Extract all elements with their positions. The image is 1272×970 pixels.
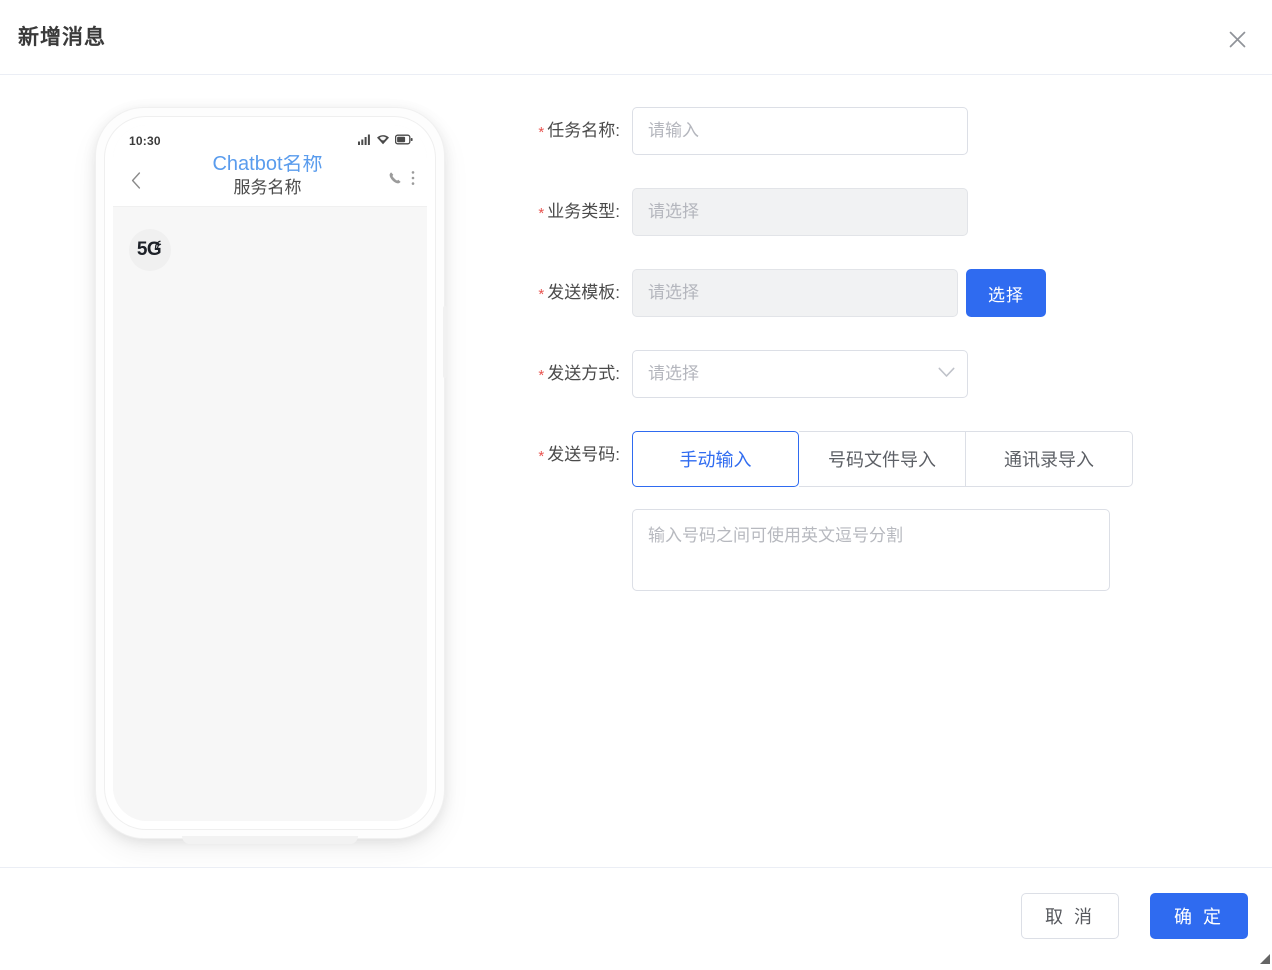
label-task-name-text: 任务名称: (547, 121, 620, 140)
form-row-send-method: * 发送方式: (516, 350, 1242, 399)
service-name: 服务名称 (233, 177, 302, 197)
resize-handle[interactable] (1257, 951, 1271, 965)
required-marker: * (538, 448, 545, 465)
send-number-tab-group: 手动输入 号码文件导入 通讯录导入 (632, 431, 1133, 487)
wifi-icon (376, 132, 390, 150)
form-row-send-number: * 发送号码: 手动输入 号码文件导入 通讯录导入 (516, 431, 1242, 487)
status-time: 10:30 (129, 134, 161, 148)
chevron-left-icon[interactable] (125, 172, 147, 189)
phone-side-button (443, 306, 447, 378)
task-name-input[interactable] (632, 107, 968, 155)
form-row-business-type: * 业务类型: (516, 188, 1242, 237)
cancel-button[interactable]: 取 消 (1021, 893, 1119, 939)
dialog-header: 新增消息 (0, 0, 1272, 75)
tab-file-import[interactable]: 号码文件导入 (799, 431, 966, 487)
control-send-template: 选择 (632, 269, 1242, 317)
status-icons (358, 132, 413, 150)
control-send-method (632, 350, 1242, 398)
required-marker: * (538, 205, 545, 222)
chat-message-area: 5G (113, 207, 427, 821)
phone-preview-pane: 10:30 Chatbot名称 服务名称 5G (0, 75, 510, 867)
label-send-number-text: 发送号码: (547, 445, 620, 464)
required-marker: * (538, 124, 545, 141)
dialog-footer: 取 消 确 定 (0, 867, 1272, 966)
confirm-button[interactable]: 确 定 (1150, 893, 1248, 939)
label-business-type-text: 业务类型: (547, 202, 620, 221)
more-vertical-icon[interactable] (411, 170, 415, 191)
chat-actions (388, 170, 415, 191)
avatar: 5G (129, 229, 171, 271)
phone-numbers-textarea[interactable] (632, 509, 1110, 591)
label-send-template-text: 发送模板: (547, 283, 620, 302)
phone-icon[interactable] (388, 171, 402, 190)
phone-status-bar: 10:30 (113, 125, 427, 155)
required-marker: * (538, 367, 545, 384)
add-message-dialog: 新增消息 10:30 Chatbot名称 服务名称 5G * 任务名称: 请输入… (0, 0, 1272, 966)
tab-contacts-import[interactable]: 通讯录导入 (966, 431, 1133, 487)
label-send-method: * 发送方式: (516, 350, 632, 399)
required-marker: * (538, 286, 545, 303)
form-row-task-name: * 任务名称: (516, 107, 1242, 156)
control-send-number: 手动输入 号码文件导入 通讯录导入 (632, 431, 1242, 487)
phone-mockup: 10:30 Chatbot名称 服务名称 5G (96, 108, 447, 844)
control-task-name (632, 107, 1242, 155)
signal-wave-icon (154, 237, 165, 255)
label-send-number: * 发送号码: (516, 431, 632, 480)
control-business-type (632, 188, 1242, 236)
label-business-type: * 业务类型: (516, 188, 632, 237)
dialog-body: 10:30 Chatbot名称 服务名称 5G * 任务名称: 请输入 * 业务… (0, 75, 1272, 867)
message-form: *任务名称: *业务类型: *发送模板: (510, 75, 1272, 867)
chat-header: Chatbot名称 服务名称 (113, 153, 427, 207)
send-method-select[interactable] (632, 350, 968, 398)
phone-screen: 10:30 Chatbot名称 服务名称 5G (113, 125, 427, 821)
chat-title-block: Chatbot名称 服务名称 (147, 151, 388, 199)
battery-icon (394, 132, 413, 150)
form-row-number-textarea (516, 509, 1242, 591)
label-send-template: * 发送模板: (516, 269, 632, 318)
close-icon[interactable] (1224, 26, 1250, 52)
send-template-input[interactable] (632, 269, 958, 317)
business-type-input[interactable] (632, 188, 968, 236)
phone-bottom-bump (182, 836, 358, 844)
send-method-input[interactable] (632, 350, 968, 398)
label-task-name: * 任务名称: (516, 107, 632, 156)
tab-manual-input[interactable]: 手动输入 (632, 431, 799, 487)
label-send-method-text: 发送方式: (547, 364, 620, 383)
signal-icon (358, 132, 371, 150)
control-number-textarea (632, 509, 1242, 591)
choose-template-button[interactable]: 选择 (966, 269, 1046, 317)
page-title: 新增消息 (18, 25, 106, 49)
form-row-send-template: *发送模板: 选择 (516, 269, 1242, 318)
